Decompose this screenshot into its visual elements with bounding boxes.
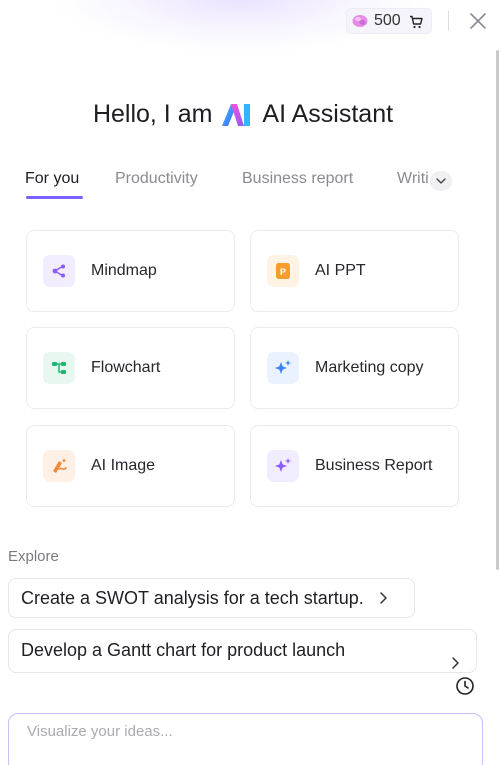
greeting-prefix: Hello, I am (92, 100, 213, 128)
tool-card-ai-image[interactable]: AI Image (26, 425, 235, 507)
prompt-input-box[interactable] (8, 713, 483, 765)
suggestion-text: Create a SWOT analysis for a tech startu… (21, 587, 364, 608)
header-divider (448, 11, 449, 31)
page-title: Hello, I am AI Assistant (0, 100, 486, 129)
tab-business-report[interactable]: Business report (242, 170, 353, 188)
chevron-right-icon (380, 592, 387, 604)
mindmap-icon (43, 255, 75, 287)
ppt-icon: P (267, 255, 299, 287)
sparkle-icon (267, 352, 299, 384)
flowchart-icon (43, 352, 75, 384)
sparkle-icon (267, 450, 299, 482)
brand-logo-icon (222, 103, 251, 126)
tool-card-mindmap[interactable]: Mindmap (26, 230, 235, 312)
tool-card-label: Marketing copy (315, 359, 424, 376)
tool-card-ai-ppt[interactable]: P AI PPT (250, 230, 459, 312)
svg-text:P: P (280, 267, 286, 277)
tool-card-flowchart[interactable]: Flowchart (26, 327, 235, 409)
active-tab-indicator (26, 196, 83, 199)
tool-card-label: Mindmap (91, 262, 157, 279)
tool-card-marketing-copy[interactable]: Marketing copy (250, 327, 459, 409)
tab-productivity[interactable]: Productivity (115, 170, 198, 188)
category-tabs: For you Productivity Business report Wri… (25, 170, 465, 202)
credits-badge[interactable]: 500 (346, 8, 432, 34)
explore-heading: Explore (8, 548, 59, 565)
cart-icon[interactable] (409, 15, 423, 29)
tab-writing[interactable]: Writi (397, 170, 429, 188)
tool-card-label: Business Report (315, 457, 433, 474)
history-icon[interactable] (455, 676, 475, 696)
tool-card-label: AI PPT (315, 262, 366, 279)
suggestion-gantt[interactable]: Develop a Gantt chart for product launch (8, 629, 477, 673)
chevron-right-icon (452, 657, 459, 669)
suggestion-text: Develop a Gantt chart for product launch (21, 640, 346, 660)
tab-for-you[interactable]: For you (25, 170, 79, 188)
greeting-name: AI Assistant (262, 100, 394, 128)
tool-card-label: Flowchart (91, 359, 161, 376)
suggestion-swot[interactable]: Create a SWOT analysis for a tech startu… (8, 578, 415, 618)
chevron-down-icon (436, 178, 446, 184)
image-brush-icon (43, 450, 75, 482)
gem-icon (352, 15, 368, 27)
close-icon[interactable] (468, 11, 488, 31)
prompt-input[interactable] (9, 714, 482, 765)
tabs-more-button[interactable] (430, 171, 452, 191)
credits-count: 500 (374, 12, 401, 29)
tool-card-business-report[interactable]: Business Report (250, 425, 459, 507)
tool-card-label: AI Image (91, 457, 156, 474)
